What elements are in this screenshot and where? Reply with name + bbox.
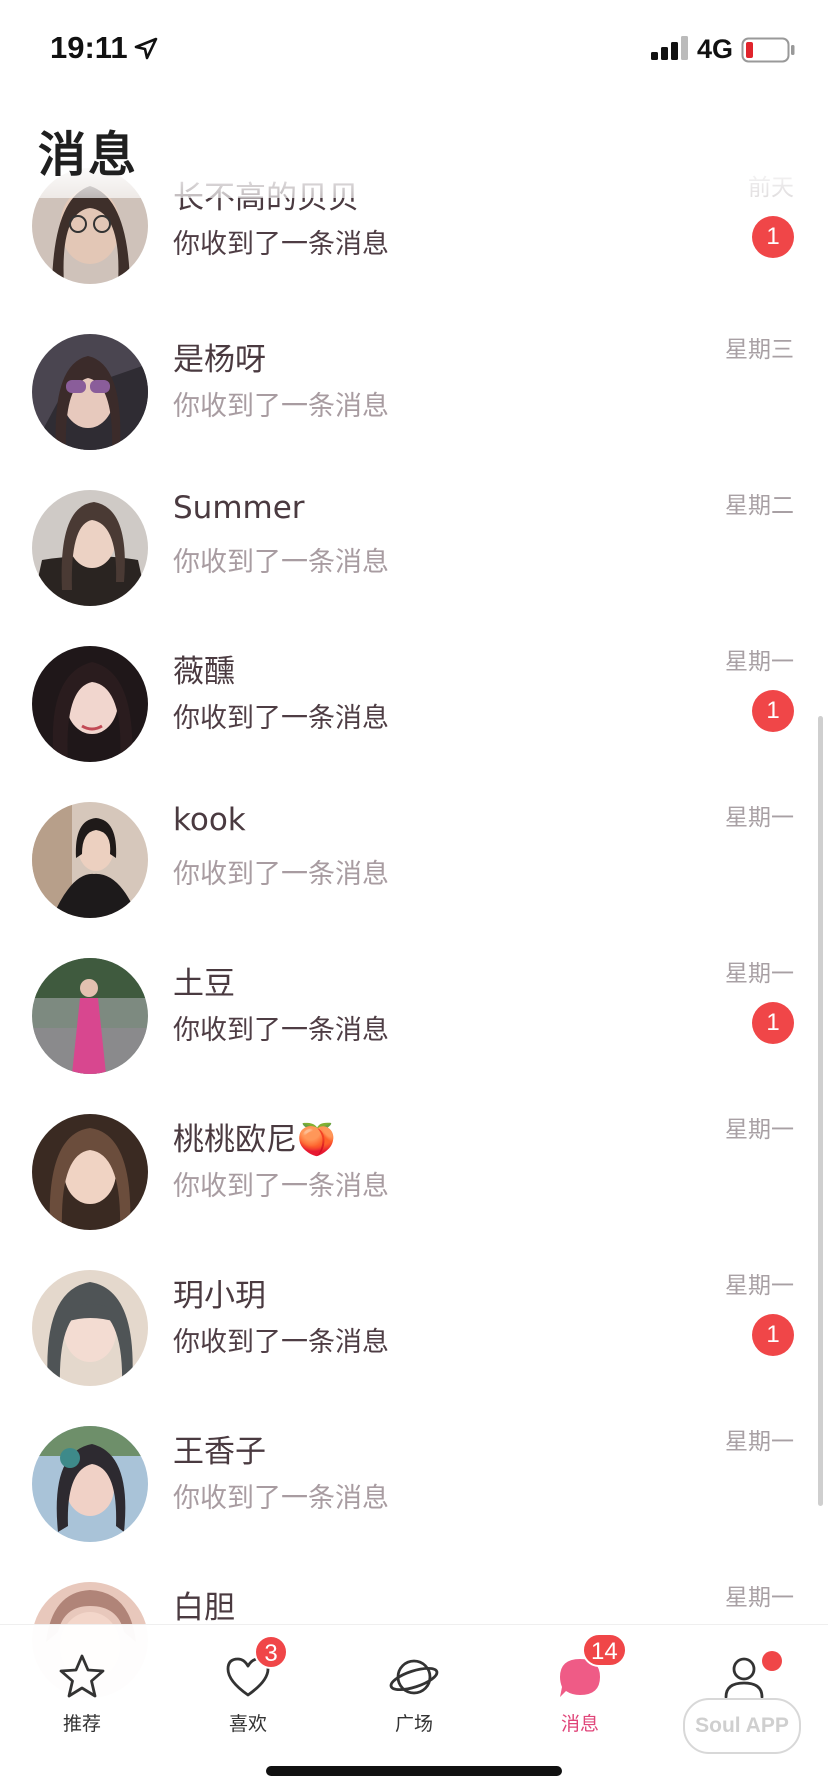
conversation-row[interactable]: 土豆 你收到了一条消息 星期一 1 bbox=[0, 958, 828, 1114]
contact-name: kook bbox=[173, 802, 246, 838]
contact-name: 薇醺 bbox=[173, 654, 235, 690]
conversation-row[interactable]: 玥小玥 你收到了一条消息 星期一 1 bbox=[0, 1270, 828, 1426]
avatar[interactable] bbox=[32, 958, 148, 1074]
message-time: 星期一 bbox=[725, 1429, 794, 1455]
conversation-row[interactable]: 是杨呀 你收到了一条消息 星期三 bbox=[0, 334, 828, 490]
contact-name: Summer bbox=[173, 490, 305, 526]
conversation-row[interactable]: 王香子 你收到了一条消息 星期一 bbox=[0, 1426, 828, 1582]
contact-name: 是杨呀 bbox=[173, 342, 266, 378]
app-watermark: Soul APP bbox=[683, 1698, 801, 1754]
message-preview: 你收到了一条消息 bbox=[173, 391, 389, 422]
message-time: 星期一 bbox=[725, 961, 794, 987]
avatar[interactable] bbox=[32, 490, 148, 606]
tab-label: 消息 bbox=[560, 1713, 599, 1735]
messages-badge: 14 bbox=[582, 1633, 627, 1667]
message-time: 星期三 bbox=[725, 337, 794, 363]
message-preview: 你收到了一条消息 bbox=[173, 547, 389, 578]
message-preview: 你收到了一条消息 bbox=[173, 859, 389, 890]
page-title: 消息 bbox=[38, 127, 139, 183]
status-time: 19:11 bbox=[50, 30, 128, 65]
message-time: 星期一 bbox=[725, 805, 794, 831]
cellular-signal-icon bbox=[651, 36, 688, 60]
unread-badge: 1 bbox=[752, 1002, 794, 1044]
network-type: 4G bbox=[697, 34, 734, 64]
planet-icon bbox=[389, 1659, 439, 1695]
avatar[interactable] bbox=[32, 334, 148, 450]
contact-name: 土豆 bbox=[173, 966, 235, 1002]
contact-name: 白胆 bbox=[173, 1590, 235, 1626]
avatar[interactable] bbox=[32, 646, 148, 762]
message-preview: 你收到了一条消息 bbox=[173, 1015, 389, 1046]
tab-label: 广场 bbox=[394, 1713, 433, 1735]
profile-notification-dot bbox=[762, 1651, 782, 1671]
status-bar: 19:11 4G bbox=[0, 0, 828, 98]
conversation-row[interactable]: kook 你收到了一条消息 星期一 bbox=[0, 802, 828, 958]
tab-square[interactable]: 广场 bbox=[354, 1639, 474, 1749]
message-preview: 你收到了一条消息 bbox=[173, 703, 389, 734]
location-arrow-icon bbox=[134, 37, 158, 60]
message-preview: 你收到了一条消息 bbox=[173, 1327, 389, 1358]
message-preview: 你收到了一条消息 bbox=[173, 229, 389, 260]
tab-messages[interactable]: 消息 14 bbox=[520, 1633, 640, 1749]
star-icon bbox=[59, 1654, 105, 1698]
message-time: 星期二 bbox=[725, 493, 794, 519]
avatar[interactable] bbox=[32, 802, 148, 918]
unread-badge: 1 bbox=[752, 1314, 794, 1356]
battery-icon bbox=[741, 37, 795, 63]
likes-badge: 3 bbox=[254, 1635, 288, 1669]
message-time: 星期一 bbox=[725, 1117, 794, 1143]
message-time: 星期一 bbox=[725, 649, 794, 675]
contact-name: 桃桃欧尼🍑 bbox=[173, 1122, 336, 1158]
avatar[interactable] bbox=[32, 1426, 148, 1542]
screen: 长不高的贝贝 你收到了一条消息 前天 1 是杨呀 你收到了一条消息 星期三 Su… bbox=[0, 0, 828, 1792]
tab-recommend[interactable]: 推荐 bbox=[22, 1639, 142, 1749]
unread-badge: 1 bbox=[752, 216, 794, 258]
avatar[interactable] bbox=[32, 1270, 148, 1386]
conversation-row[interactable]: Summer 你收到了一条消息 星期二 bbox=[0, 490, 828, 646]
tab-label: 推荐 bbox=[62, 1713, 101, 1735]
conversation-row[interactable]: 桃桃欧尼🍑 你收到了一条消息 星期一 bbox=[0, 1114, 828, 1270]
tab-likes[interactable]: 喜欢 3 bbox=[188, 1635, 308, 1749]
conversation-row[interactable]: 薇醺 你收到了一条消息 星期一 1 bbox=[0, 646, 828, 802]
unread-badge: 1 bbox=[752, 690, 794, 732]
message-preview: 你收到了一条消息 bbox=[173, 1171, 389, 1202]
contact-name: 王香子 bbox=[173, 1434, 266, 1470]
scrollbar[interactable] bbox=[818, 716, 823, 1506]
message-time: 星期一 bbox=[725, 1273, 794, 1299]
contact-name: 玥小玥 bbox=[173, 1278, 266, 1314]
message-time: 星期一 bbox=[725, 1585, 794, 1611]
avatar[interactable] bbox=[32, 1114, 148, 1230]
tab-label: 喜欢 bbox=[228, 1713, 267, 1735]
home-indicator[interactable] bbox=[266, 1766, 562, 1776]
message-preview: 你收到了一条消息 bbox=[173, 1483, 389, 1514]
